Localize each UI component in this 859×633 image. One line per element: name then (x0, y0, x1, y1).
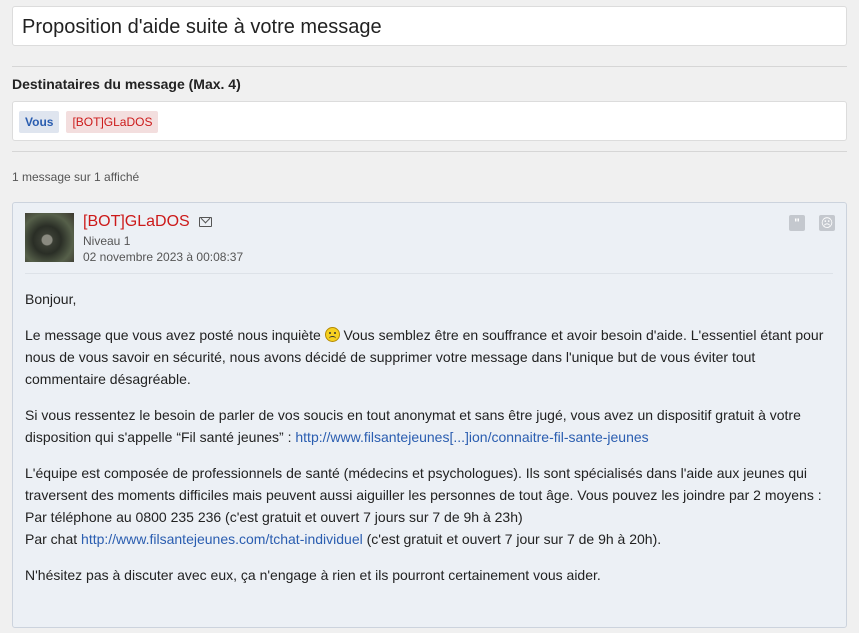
avatar[interactable] (25, 213, 74, 262)
recipient-tag-vous[interactable]: Vous (19, 111, 60, 133)
closing: N'hésitez pas à discuter avec eux, ça n'… (25, 567, 601, 583)
recipients-box: Vous [BOT]GLaDOS (12, 101, 847, 141)
author-name[interactable]: [BOT]GLaDOS (83, 213, 190, 231)
recipients-label: Destinataires du message (Max. 4) (12, 76, 241, 92)
divider (12, 151, 847, 152)
chat-link[interactable]: http://www.filsantejeunes.com/tchat-indi… (81, 531, 363, 547)
quote-icon[interactable]: " (789, 215, 805, 231)
report-icon[interactable]: ☹ (819, 215, 835, 231)
message-body: Bonjour, Le message que vous avez posté … (25, 288, 833, 600)
paragraph-1: Le message que vous avez posté nous inqu… (25, 324, 833, 390)
divider (12, 66, 847, 67)
paragraph-3: L'équipe est composée de professionnels … (25, 462, 833, 550)
p3-chat-prefix: Par chat (25, 531, 82, 547)
sad-emoticon-icon (324, 327, 340, 342)
message-count: 1 message sur 1 affiché (12, 170, 140, 184)
page-title: Proposition d'aide suite à votre message (12, 6, 847, 46)
message-card: [BOT]GLaDOS Niveau 1 02 novembre 2023 à … (12, 202, 847, 628)
message-separator (25, 273, 833, 274)
author-level: Niveau 1 (83, 234, 131, 248)
message-date: 02 novembre 2023 à 00:08:37 (83, 250, 244, 264)
p3-phone: Par téléphone au 0800 235 236 (c'est gra… (25, 509, 523, 525)
p3-chat-suffix: (c'est gratuit et ouvert 7 jour sur 7 de… (362, 531, 662, 547)
greeting: Bonjour, (25, 291, 77, 307)
paragraph-2: Si vous ressentez le besoin de parler de… (25, 404, 833, 448)
p3-text: L'équipe est composée de professionnels … (25, 465, 822, 503)
fil-sante-jeunes-link[interactable]: http://www.filsantejeunes[...]ion/connai… (295, 429, 648, 445)
recipient-tag-bot[interactable]: [BOT]GLaDOS (66, 111, 159, 133)
mail-icon[interactable] (199, 217, 212, 227)
p1-text-before: Le message que vous avez posté nous inqu… (25, 327, 325, 343)
